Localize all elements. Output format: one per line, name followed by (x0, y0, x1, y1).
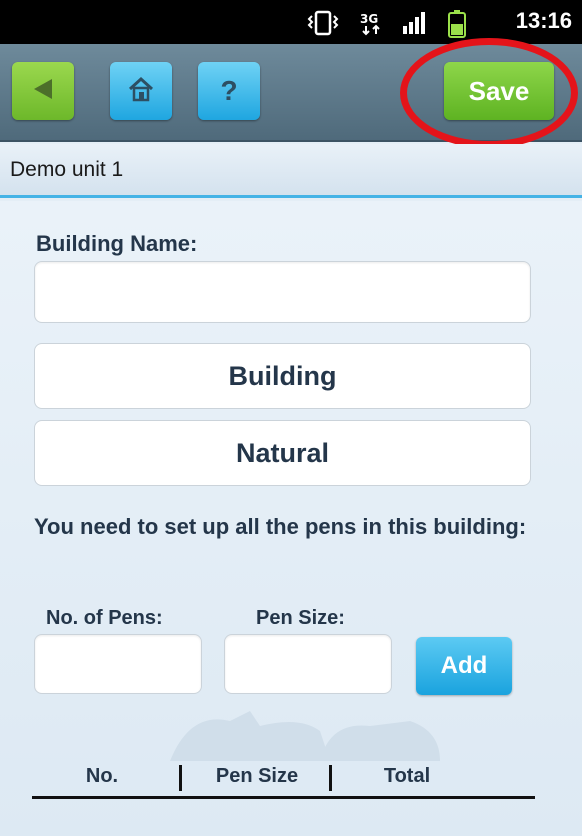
back-button[interactable] (12, 62, 74, 120)
help-icon: ? (220, 75, 238, 106)
num-pens-label: No. of Pens: (46, 607, 163, 629)
building-name-field[interactable] (34, 261, 531, 323)
help-button[interactable]: ? (198, 62, 260, 120)
3g-data-icon: 3G (358, 10, 386, 41)
num-pens-field[interactable] (34, 634, 202, 694)
toolbar: ? Save (0, 44, 582, 142)
svg-text:3G: 3G (360, 12, 378, 26)
main-content: Building Name: Building Natural You need… (0, 201, 582, 836)
home-button[interactable] (110, 62, 172, 120)
column-divider (329, 765, 332, 791)
battery-icon (448, 10, 466, 43)
column-header-total: Total (383, 765, 431, 787)
home-icon (127, 76, 155, 107)
column-header-pen-size: Pen Size (215, 765, 299, 787)
building-type-selector[interactable]: Building (34, 343, 531, 409)
page-title: Demo unit 1 (10, 158, 124, 181)
back-arrow-icon (32, 77, 54, 106)
column-header-no: No. (85, 765, 119, 787)
pen-size-field[interactable] (224, 634, 392, 694)
add-button[interactable]: Add (416, 637, 512, 695)
pens-instruction: You need to set up all the pens in this … (34, 514, 527, 539)
title-band: Demo unit 1 (0, 144, 582, 198)
signal-bars-icon (402, 10, 428, 41)
livestock-watermark-icon (170, 711, 440, 761)
building-name-label: Building Name: (36, 231, 198, 256)
pen-size-label: Pen Size: (256, 607, 345, 629)
column-divider (179, 765, 182, 791)
vibrate-icon (307, 10, 339, 41)
ventilation-type-selector[interactable]: Natural (34, 420, 531, 486)
clock: 13:16 (515, 8, 572, 33)
save-button[interactable]: Save (444, 62, 554, 120)
status-bar: 3G 13:16 (0, 0, 582, 44)
pens-table-header: No. Pen Size Total (32, 761, 535, 799)
